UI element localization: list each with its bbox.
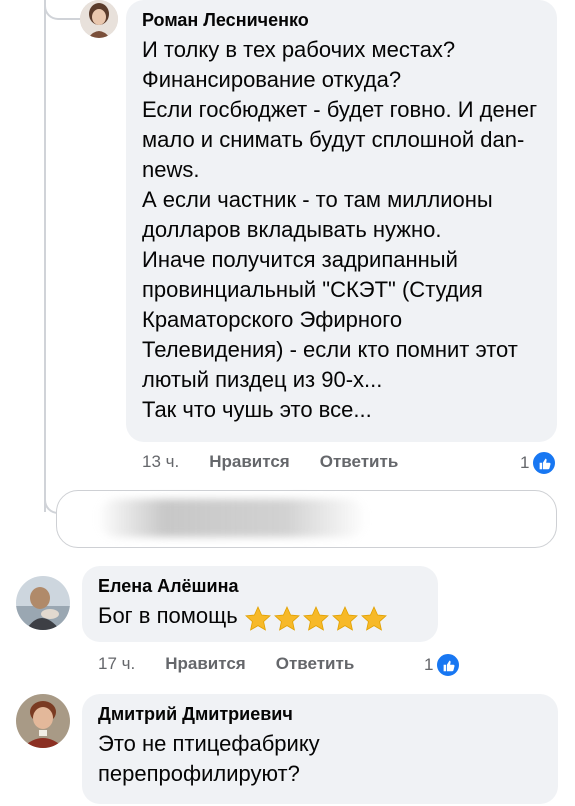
comment-text: И толку в тех рабочих местах? Финансиров… (142, 37, 538, 422)
thread-line (44, 0, 46, 512)
star-emoji-icon (244, 605, 394, 633)
reaction-count[interactable]: 1 (424, 652, 462, 678)
thumbs-up-icon (531, 450, 558, 476)
comment-bubble: Елена Алёшина Бог в помощь (82, 566, 438, 642)
avatar-elena[interactable] (16, 576, 70, 630)
comment-bubble: Дмитрий Дмитриевич Это не птицефабрику п… (82, 694, 558, 804)
reply-button[interactable]: Ответить (320, 452, 399, 472)
comment-time[interactable]: 17 ч. (98, 654, 135, 674)
like-button[interactable]: Нравится (165, 654, 246, 674)
comment-text: Это не птицефабрику перепрофилируют? (98, 731, 320, 786)
avatar-dmitriy[interactable] (16, 694, 70, 748)
like-button[interactable]: Нравится (209, 452, 290, 472)
reply-input[interactable] (56, 490, 557, 548)
avatar-roman[interactable] (80, 0, 118, 38)
comment-time[interactable]: 13 ч. (142, 452, 179, 472)
comment-meta: 17 ч. Нравится Ответить (98, 654, 354, 674)
comment-author[interactable]: Роман Лесниченко (142, 10, 539, 31)
reaction-count[interactable]: 1 (520, 450, 558, 476)
thumbs-up-icon (435, 652, 462, 678)
comment-bubble: Роман Лесниченко И толку в тех рабочих м… (126, 0, 557, 442)
comment-author[interactable]: Елена Алёшина (98, 576, 422, 597)
reaction-count-number: 1 (520, 453, 530, 472)
comment-author[interactable]: Дмитрий Дмитриевич (98, 704, 542, 725)
comment-text: Бог в помощь (98, 603, 238, 628)
reaction-count-number: 1 (424, 655, 434, 674)
comment-meta: 13 ч. Нравится Ответить (142, 452, 398, 472)
five-stars-icon (244, 605, 387, 631)
reply-button[interactable]: Ответить (276, 654, 355, 674)
redacted-area (97, 499, 367, 537)
